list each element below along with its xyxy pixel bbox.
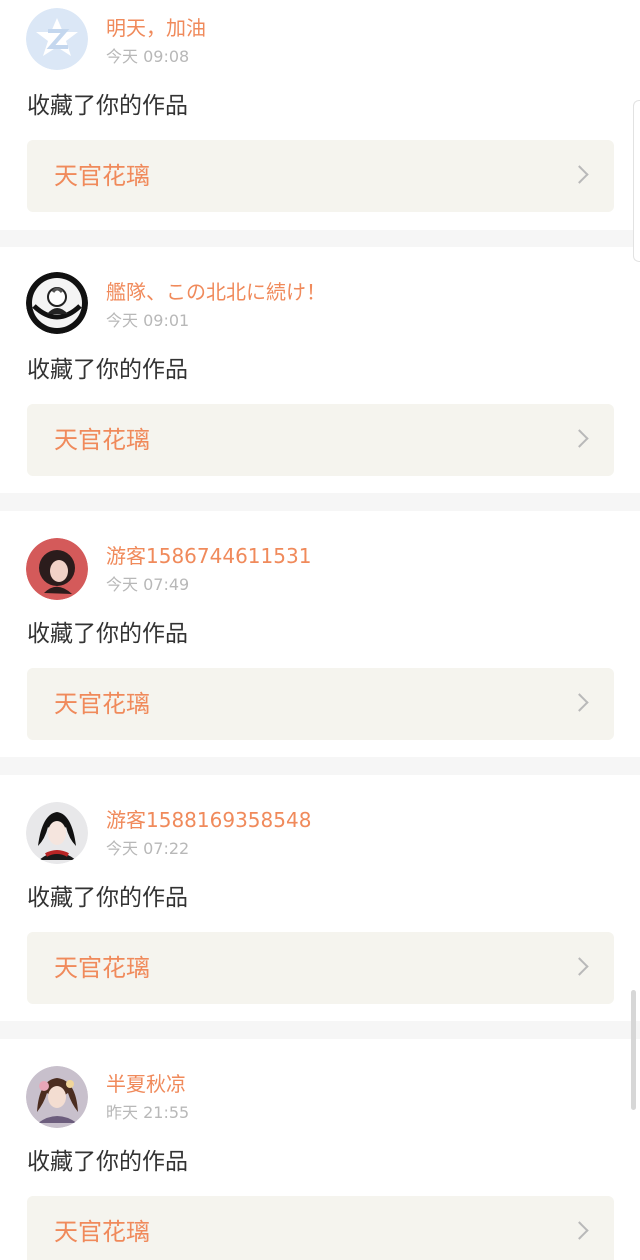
chevron-right-icon: [570, 957, 589, 976]
chevron-right-icon: [570, 165, 589, 184]
activity-text: 收藏了你的作品: [27, 1149, 188, 1175]
notification-card: 艦隊、この北北に続け！ 今天 09:01 收藏了你的作品 天官花璃: [0, 247, 640, 493]
section-divider: [0, 493, 640, 511]
work-link[interactable]: 天官花璃: [27, 932, 614, 1004]
scrollbar-thumb[interactable]: [631, 990, 636, 1110]
chevron-right-icon: [570, 429, 589, 448]
work-title: 天官花璃: [54, 426, 150, 454]
default-avatar-icon[interactable]: [26, 8, 88, 70]
woman-portrait-avatar[interactable]: [26, 538, 88, 600]
username[interactable]: 半夏秋凉: [106, 1072, 186, 1096]
notification-card: 半夏秋凉 昨天 21:55 收藏了你的作品 天官花璃: [0, 1039, 640, 1260]
section-divider: [0, 230, 640, 247]
anime-character-avatar[interactable]: [26, 272, 88, 334]
activity-text: 收藏了你的作品: [27, 93, 188, 119]
section-divider: [0, 757, 640, 775]
username[interactable]: 艦隊、この北北に続け！: [106, 280, 326, 304]
username[interactable]: 游客1586744611531: [106, 544, 311, 568]
section-divider: [0, 1021, 640, 1039]
username[interactable]: 明天，加油: [106, 16, 206, 40]
timestamp: 今天 07:22: [106, 839, 190, 858]
work-link[interactable]: 天官花璃: [27, 668, 614, 740]
work-title: 天官花璃: [54, 1218, 150, 1246]
work-title: 天官花璃: [54, 162, 150, 190]
activity-text: 收藏了你的作品: [27, 357, 188, 383]
dark-hair-character-avatar[interactable]: [26, 802, 88, 864]
notification-card: 游客1588169358548 今天 07:22 收藏了你的作品 天官花璃: [0, 775, 640, 1021]
username[interactable]: 游客1588169358548: [106, 808, 311, 832]
work-link[interactable]: 天官花璃: [27, 140, 614, 212]
notification-card: 明天，加油 今天 09:08 收藏了你的作品 天官花璃: [0, 0, 640, 230]
activity-text: 收藏了你的作品: [27, 885, 188, 911]
work-link[interactable]: 天官花璃: [27, 404, 614, 476]
timestamp: 今天 09:01: [106, 311, 190, 330]
timestamp: 昨天 21:55: [106, 1103, 190, 1122]
chevron-right-icon: [570, 1221, 589, 1240]
timestamp: 今天 09:08: [106, 47, 190, 66]
notification-card: 游客1586744611531 今天 07:49 收藏了你的作品 天官花璃: [0, 511, 640, 757]
work-title: 天官花璃: [54, 954, 150, 982]
work-title: 天官花璃: [54, 690, 150, 718]
chevron-right-icon: [570, 693, 589, 712]
notification-feed: 明天，加油 今天 09:08 收藏了你的作品 天官花璃 艦隊、この北北に続け！ …: [0, 0, 640, 1260]
timestamp: 今天 07:49: [106, 575, 190, 594]
edge-panel-handle[interactable]: [633, 100, 640, 262]
work-link[interactable]: 天官花璃: [27, 1196, 614, 1260]
activity-text: 收藏了你的作品: [27, 621, 188, 647]
costume-character-avatar[interactable]: [26, 1066, 88, 1128]
